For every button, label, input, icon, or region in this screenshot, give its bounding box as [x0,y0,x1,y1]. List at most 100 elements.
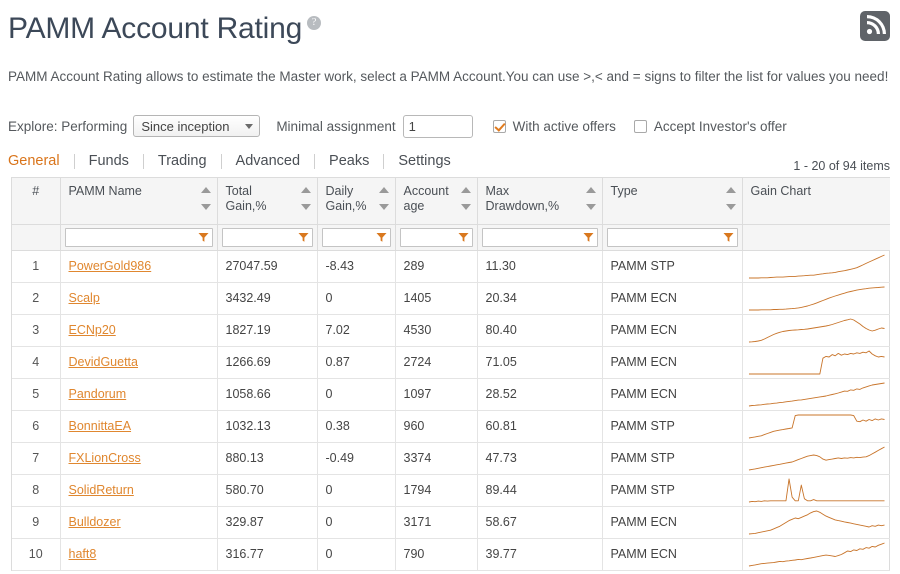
rss-feed-icon[interactable] [860,11,890,41]
col-header-max-drawdown[interactable]: Max Drawdown,% [477,178,603,225]
tab-funds[interactable]: Funds [75,151,143,171]
filter-input-daily-gain[interactable] [321,227,391,247]
pamm-name-link[interactable]: Pandorum [69,387,127,401]
filter-input-account-age[interactable] [399,227,473,247]
pamm-name-link-cell: DevidGuetta [60,346,218,379]
sort-ascending-icon[interactable] [300,187,311,193]
total-gain-value-cell: 580.70 [217,474,318,507]
filter-funnel-icon [198,232,208,242]
sort-ascending-icon[interactable] [460,187,471,193]
gain-chart-cell [742,474,890,507]
account-type-value-cell: PAMM ECN [602,506,743,539]
filter-input-pamm-name[interactable] [64,227,213,247]
account-type-value-cell: PAMM STP [602,410,743,443]
col-header-daily-gain[interactable]: Daily Gain,% [317,178,396,225]
pamm-name-link-cell: SolidReturn [60,474,218,507]
minimal-assignment-input[interactable] [402,114,473,138]
pamm-name-link-cell: Bulldozer [60,506,218,539]
table-row[interactable]: 10 haft8 316.77 0 790 39.77 PAMM ECN [12,538,890,571]
tab-bar: General Funds Trading Advanced Peaks Set… [8,149,465,173]
pamm-name-link[interactable]: Bulldozer [69,515,121,529]
sort-descending-icon[interactable] [378,204,389,210]
tab-settings[interactable]: Settings [384,151,464,171]
gain-chart-cell [742,250,890,283]
filter-funnel-icon [376,232,386,242]
pamm-name-link[interactable]: DevidGuetta [69,355,138,369]
sort-ascending-icon[interactable] [585,187,596,193]
table-row[interactable]: 6 BonnittaEA 1032.13 0.38 960 60.81 PAMM STP [12,410,890,443]
row-number-cell: 3 [12,314,61,347]
pamm-name-link-cell: Pandorum [60,378,218,411]
period-select[interactable]: Since inception [133,115,261,137]
sort-ascending-icon[interactable] [725,187,736,193]
pamm-name-link[interactable]: SolidReturn [69,483,134,497]
filter-cell-gain-chart [742,224,890,251]
sort-descending-icon[interactable] [300,204,311,210]
gain-chart-cell [742,378,890,411]
gain-sparkline-chart [748,542,885,566]
pamm-name-link[interactable]: ECNp20 [69,323,116,337]
account-type-value-cell: PAMM ECN [602,538,743,571]
pamm-name-link[interactable]: FXLionCross [69,451,141,465]
filter-input-max-drawdown[interactable] [481,227,598,247]
filter-cell-number [12,224,61,251]
gain-chart-cell [742,538,890,571]
table-row[interactable]: 2 Scalp 3432.49 0 1405 20.34 PAMM ECN [12,282,890,315]
max-drawdown-value-cell: 71.05 [477,346,603,379]
col-header-type[interactable]: Type [602,178,743,225]
sort-descending-icon[interactable] [200,204,211,210]
row-number-cell: 2 [12,282,61,315]
sort-ascending-icon[interactable] [200,187,211,193]
account-age-value-cell: 790 [395,538,478,571]
pamm-name-link-cell: BonnittaEA [60,410,218,443]
max-drawdown-value-cell: 60.81 [477,410,603,443]
account-age-value-cell: 289 [395,250,478,283]
sort-ascending-icon[interactable] [378,187,389,193]
table-row[interactable]: 1 PowerGold986 27047.59 -8.43 289 11.30 PAMM S… [12,250,890,283]
tab-advanced[interactable]: Advanced [222,151,315,171]
max-drawdown-value-cell: 39.77 [477,538,603,571]
row-number-cell: 6 [12,410,61,443]
tab-general[interactable]: General [8,151,74,171]
explore-label: Explore: Performing [8,118,128,134]
col-header-account-age[interactable]: Account age [395,178,478,225]
col-header-total-gain[interactable]: Total Gain,% [217,178,318,225]
filter-funnel-icon [298,232,308,242]
pamm-name-link[interactable]: PowerGold986 [69,259,152,273]
pamm-name-link[interactable]: Scalp [69,291,100,305]
tab-peaks[interactable]: Peaks [315,151,383,171]
table-row[interactable]: 9 Bulldozer 329.87 0 3171 58.67 PAMM ECN [12,506,890,539]
sort-descending-icon[interactable] [585,204,596,210]
account-age-value-cell: 3171 [395,506,478,539]
tab-trading[interactable]: Trading [144,151,221,171]
filter-input-total-gain[interactable] [221,227,313,247]
pamm-name-link[interactable]: BonnittaEA [69,419,132,433]
daily-gain-value-cell: 0.87 [317,346,396,379]
table-row[interactable]: 4 DevidGuetta 1266.69 0.87 2724 71.05 PAMM ECN [12,346,890,379]
gain-chart-cell [742,506,890,539]
with-active-offers-checkbox[interactable]: With active offers [492,119,616,134]
question-mark-icon[interactable]: ? [307,16,322,30]
max-drawdown-value-cell: 89.44 [477,474,603,507]
gain-sparkline-chart [748,318,885,342]
table-row[interactable]: 5 Pandorum 1058.66 0 1097 28.52 PAMM ECN [12,378,890,411]
gain-sparkline-chart [748,350,885,374]
pamm-name-link[interactable]: haft8 [69,547,97,561]
col-header-pamm-name[interactable]: PAMM Name [60,178,218,225]
pamm-account-rating-page: PAMM Account Rating ? PAMM Account Ratin… [0,0,900,574]
sort-descending-icon[interactable] [460,204,471,210]
table-row[interactable]: 7 FXLionCross 880.13 -0.49 3374 47.73 PAMM STP [12,442,890,475]
table-row[interactable]: 3 ECNp20 1827.19 7.02 4530 80.40 PAMM ECN [12,314,890,347]
daily-gain-value-cell: 0.38 [317,410,396,443]
gain-chart-cell [742,346,890,379]
account-type-value-cell: PAMM STP [602,442,743,475]
accept-investors-offer-checkbox[interactable]: Accept Investor's offer [633,119,787,134]
filter-input-type[interactable] [606,227,738,247]
gain-sparkline-chart [748,254,885,278]
table-row[interactable]: 8 SolidReturn 580.70 0 1794 89.44 PAMM STP [12,474,890,507]
pamm-name-link-cell: FXLionCross [60,442,218,475]
gain-chart-cell [742,410,890,443]
sort-descending-icon[interactable] [725,204,736,210]
total-gain-value-cell: 3432.49 [217,282,318,315]
max-drawdown-value-cell: 47.73 [477,442,603,475]
